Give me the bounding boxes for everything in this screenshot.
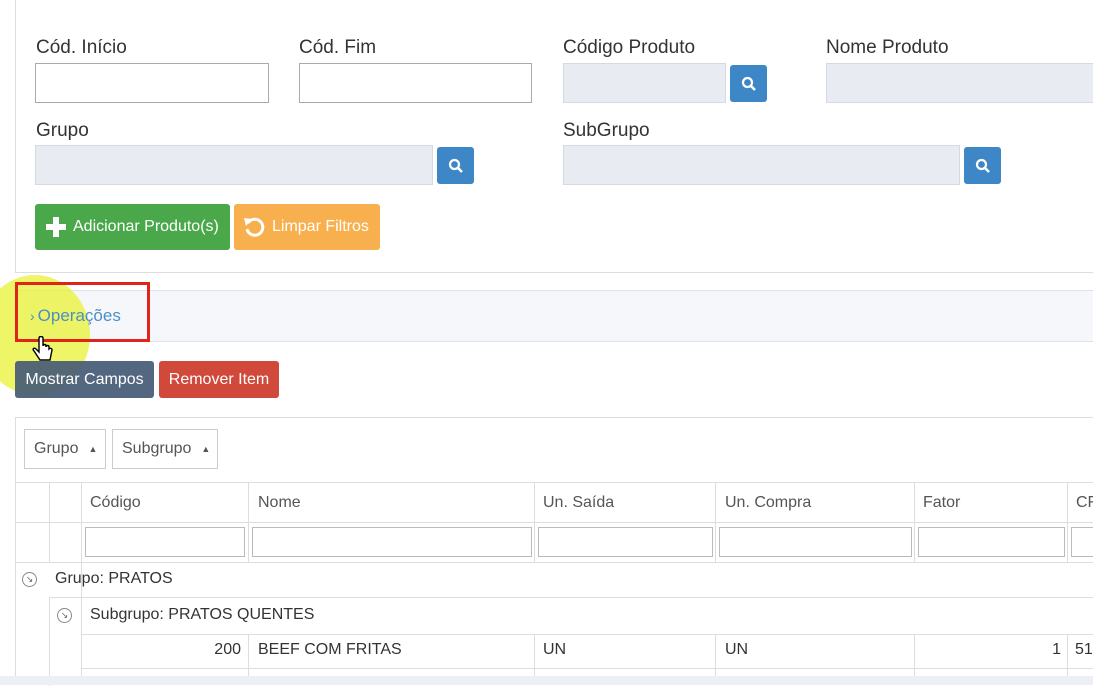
collapse-icon: ↘ (22, 571, 37, 587)
limpar-filtros-label: Limpar Filtros (272, 218, 369, 235)
sort-up-icon: ▲ (201, 444, 211, 454)
group-row[interactable]: ↘ Grupo: PRATOS (22, 570, 173, 588)
subgrupo-label: SubGrupo (563, 120, 650, 141)
horizontal-scrollbar[interactable] (0, 676, 1093, 685)
grupo-label: Grupo (36, 120, 89, 141)
grid-col-divider (715, 482, 716, 562)
group-chip-grupo-label: Grupo (34, 440, 79, 457)
codigo-produto-input[interactable] (563, 63, 726, 103)
grid-col-divider (49, 482, 50, 562)
search-icon (741, 76, 756, 91)
group-row-label: Grupo: PRATOS (55, 570, 173, 587)
row-bottom-line (81, 668, 1093, 669)
subgroup-row-label: Subgrupo: PRATOS QUENTES (90, 606, 315, 623)
grid-col-divider (534, 482, 535, 562)
codigo-produto-label: Código Produto (563, 37, 696, 58)
grid-col-divider (1067, 482, 1068, 562)
column-header-codigo[interactable]: Código (90, 494, 141, 512)
search-icon (448, 158, 463, 173)
cell-un-compra: UN (725, 641, 749, 658)
filter-input-cf[interactable] (1071, 527, 1093, 557)
group-chip-grupo[interactable]: Grupo ▲ (24, 429, 106, 469)
subgrupo-search-button[interactable] (964, 147, 1001, 184)
codigo-produto-search-button[interactable] (730, 65, 767, 102)
undo-icon (244, 217, 265, 237)
grid-header-bottom (15, 522, 1093, 523)
column-header-un-saida[interactable]: Un. Saída (543, 494, 614, 512)
mostrar-campos-button[interactable]: Mostrar Campos (15, 361, 154, 398)
column-header-nome[interactable]: Nome (258, 494, 301, 512)
remover-item-label: Remover Item (168, 370, 270, 388)
remover-item-button[interactable]: Remover Item (159, 361, 279, 398)
cell-cf: 51 (1075, 641, 1093, 658)
cod-fim-label: Cód. Fim (299, 37, 377, 58)
sort-up-icon: ▲ (88, 444, 98, 454)
hand-cursor-icon (32, 336, 53, 361)
cell-fator: 1 (1052, 641, 1061, 658)
operacoes-panel[interactable] (15, 290, 1093, 342)
plus-icon (46, 217, 66, 237)
group-chip-subgrupo[interactable]: Subgrupo ▲ (112, 429, 218, 469)
cell-nome: BEEF COM FRITAS (258, 641, 402, 658)
column-header-fator[interactable]: Fator (923, 494, 960, 512)
filter-input-fator[interactable] (918, 527, 1065, 557)
filter-input-un-compra[interactable] (719, 527, 912, 557)
row-top-line (81, 634, 1093, 635)
filter-input-nome[interactable] (252, 527, 532, 557)
annotation-box (15, 282, 150, 342)
filter-input-codigo[interactable] (85, 527, 245, 557)
grupo-input[interactable] (35, 145, 433, 185)
filter-input-un-saida[interactable] (538, 527, 713, 557)
collapse-icon: ↘ (57, 607, 72, 623)
limpar-filtros-button[interactable]: Limpar Filtros (234, 204, 380, 250)
adicionar-produto-button[interactable]: Adicionar Produto(s) (35, 204, 230, 250)
column-header-un-compra[interactable]: Un. Compra (725, 494, 811, 512)
cell-un-saida: UN (543, 641, 567, 658)
grid-header-top (15, 482, 1093, 483)
mostrar-campos-label: Mostrar Campos (25, 370, 144, 388)
search-icon (975, 158, 990, 173)
nome-produto-label: Nome Produto (826, 37, 949, 58)
cell-codigo: 200 (214, 641, 241, 658)
grid-col-divider (248, 482, 249, 562)
group-chip-subgrupo-label: Subgrupo (122, 440, 192, 457)
subgroup-row[interactable]: ↘ Subgrupo: PRATOS QUENTES (57, 606, 314, 624)
grupo-search-button[interactable] (437, 147, 474, 184)
nome-produto-input[interactable] (826, 63, 1093, 103)
adicionar-produto-label: Adicionar Produto(s) (73, 218, 219, 235)
grid-col-divider (914, 482, 915, 562)
cod-inicio-input[interactable] (35, 63, 269, 103)
subgrupo-input[interactable] (563, 145, 960, 185)
column-header-cf[interactable]: CF (1076, 494, 1093, 512)
grid-filter-bottom (15, 562, 1093, 563)
cod-fim-input[interactable] (299, 63, 532, 103)
cod-inicio-label: Cód. Início (36, 37, 127, 58)
